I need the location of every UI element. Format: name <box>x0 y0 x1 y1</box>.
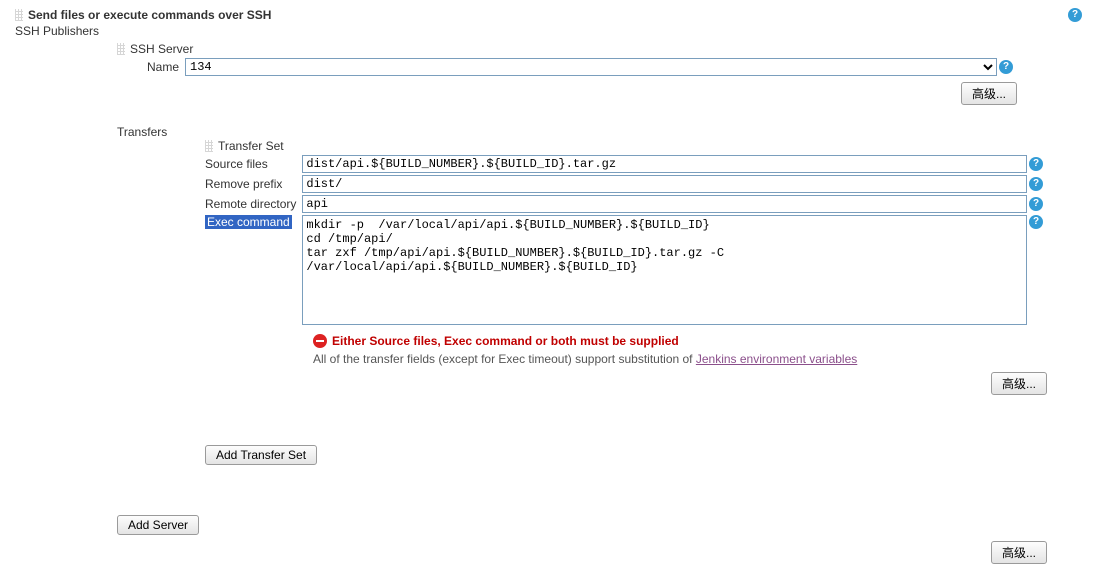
exec-command-textarea[interactable] <box>302 215 1027 325</box>
advanced-button-server[interactable]: 高级... <box>961 82 1017 105</box>
help-icon[interactable]: ? <box>1029 215 1043 229</box>
drag-handle-icon[interactable] <box>205 140 213 152</box>
add-server-button[interactable]: Add Server <box>117 515 199 535</box>
help-icon[interactable]: ? <box>999 60 1013 74</box>
server-name-select[interactable]: 134 <box>185 58 997 76</box>
remove-prefix-label: Remove prefix <box>205 177 300 191</box>
env-vars-link[interactable]: Jenkins environment variables <box>696 352 857 366</box>
help-icon[interactable]: ? <box>1029 157 1043 171</box>
help-icon[interactable]: ? <box>1068 8 1082 22</box>
remote-directory-label: Remote directory <box>205 197 300 211</box>
transfers-label: Transfers <box>117 125 167 139</box>
error-message: Either Source files, Exec command or bot… <box>332 334 679 348</box>
section-title: Send files or execute commands over SSH <box>28 8 271 22</box>
advanced-button-bottom[interactable]: 高级... <box>991 541 1047 564</box>
help-icon[interactable]: ? <box>1029 177 1043 191</box>
source-files-label: Source files <box>205 157 300 171</box>
ssh-server-heading: SSH Server <box>130 42 193 56</box>
help-icon[interactable]: ? <box>1029 197 1043 211</box>
drag-handle-icon[interactable] <box>15 9 23 21</box>
info-text: All of the transfer fields (except for E… <box>313 352 696 366</box>
ssh-publishers-label: SSH Publishers <box>15 24 99 38</box>
remote-directory-input[interactable] <box>302 195 1027 213</box>
error-icon <box>313 334 327 348</box>
name-label: Name <box>147 60 183 74</box>
transfer-set-heading: Transfer Set <box>218 139 284 153</box>
advanced-button-transfer[interactable]: 高级... <box>991 372 1047 395</box>
source-files-input[interactable] <box>302 155 1027 173</box>
drag-handle-icon[interactable] <box>117 43 125 55</box>
add-transfer-set-button[interactable]: Add Transfer Set <box>205 445 317 465</box>
remove-prefix-input[interactable] <box>302 175 1027 193</box>
exec-command-label: Exec command <box>205 215 292 229</box>
